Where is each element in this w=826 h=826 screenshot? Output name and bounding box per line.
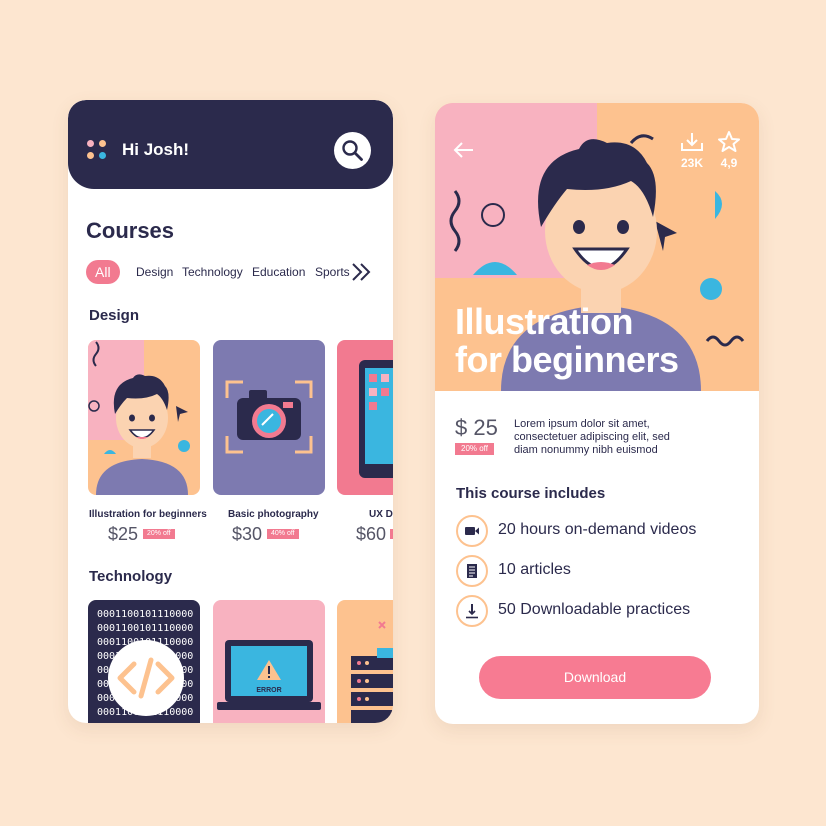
filter-chip-design[interactable]: Design	[136, 260, 173, 284]
course-card-web[interactable]: ERROR	[213, 600, 325, 723]
search-button[interactable]	[334, 132, 371, 169]
discount-badge	[390, 529, 393, 539]
download-icon	[681, 133, 703, 151]
course-price: $ 25	[455, 415, 498, 440]
double-chevron-right-icon[interactable]	[350, 262, 372, 282]
filter-chip-education[interactable]: Education	[252, 260, 305, 284]
hero-banner: 23K 4,9 Illustration for beginners	[435, 103, 759, 391]
section-title-design: Design	[89, 307, 140, 324]
include-label: 10 articles	[498, 561, 571, 578]
discount-badge: 20% off	[455, 443, 494, 455]
filter-chip-sports[interactable]: Sports	[315, 260, 350, 284]
error-label: ERROR	[256, 687, 281, 694]
card-price: $25	[108, 524, 139, 544]
course-title-line: for beginners	[455, 339, 679, 380]
downloads-count: 23K	[680, 156, 703, 170]
top-header: Hi Josh!	[68, 100, 393, 189]
code-badge	[108, 640, 184, 716]
discount-badge: 20% off	[143, 529, 175, 539]
rating-stat[interactable]: 4,9	[715, 130, 743, 170]
category-filters: All Design Technology Education Sports	[86, 260, 386, 284]
card-price: $60	[356, 524, 387, 544]
code-brackets-icon	[117, 657, 175, 699]
back-arrow-icon[interactable]	[453, 141, 475, 159]
course-card-ux[interactable]	[337, 340, 393, 495]
laptop-error-illustration: ERROR	[217, 640, 321, 710]
course-card-illustration[interactable]	[88, 340, 200, 495]
greeting: Hi Josh!	[122, 140, 190, 159]
camera-illustration	[225, 380, 313, 454]
course-detail-screen: 23K 4,9 Illustration for beginners $ 25 …	[435, 103, 759, 724]
binary-line: 0001100101110000	[97, 609, 194, 620]
page-title: Courses	[86, 218, 175, 243]
rating-value: 4,9	[720, 156, 738, 170]
card-title: UX D	[369, 509, 393, 520]
include-label: 20 hours on-demand videos	[498, 521, 697, 538]
boy-illustration	[88, 340, 190, 495]
course-title-line: Illustration	[455, 301, 634, 342]
tablet-illustration	[359, 360, 393, 478]
includes-heading: This course includes	[456, 485, 606, 502]
card-title: Basic photography	[228, 509, 319, 520]
course-description: Lorem ipsum dolor sit amet, consectetuer…	[514, 418, 670, 456]
course-title: Illustration for beginners	[455, 303, 679, 379]
include-label: 50 Downloadable practices	[498, 601, 691, 618]
menu-dots-icon[interactable]	[87, 140, 109, 162]
filter-chip-technology[interactable]: Technology	[182, 260, 243, 284]
home-screen: Hi Josh! Courses All Design Technology E…	[68, 100, 393, 723]
video-camera-icon	[465, 527, 479, 535]
download-arrow-icon	[466, 604, 478, 619]
downloads-stat[interactable]: 23K	[677, 131, 707, 170]
card-price: $30	[232, 524, 263, 544]
card-title: Illustration for beginners	[89, 509, 207, 520]
star-icon	[718, 131, 740, 152]
download-button[interactable]: Download	[479, 656, 711, 699]
course-card-server[interactable]	[337, 600, 393, 723]
server-illustration	[351, 621, 393, 723]
discount-badge: 40% off	[267, 529, 299, 539]
search-icon	[342, 140, 363, 161]
binary-line: 0001100101110000	[97, 623, 194, 634]
course-card-photography[interactable]	[213, 340, 325, 495]
section-title-technology: Technology	[89, 568, 173, 585]
document-icon	[467, 564, 477, 578]
filter-chip-all[interactable]: All	[86, 260, 120, 284]
